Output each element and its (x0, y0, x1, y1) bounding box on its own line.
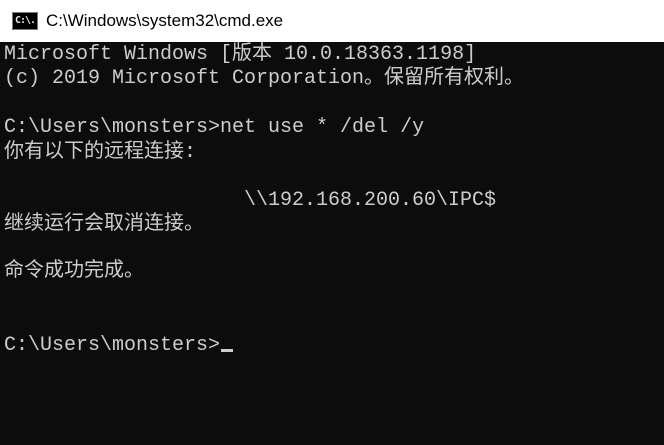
console-line-connections-header: 你有以下的远程连接: (4, 141, 197, 164)
console-line-copyright: (c) 2019 Microsoft Corporation。保留所有权利。 (4, 67, 525, 90)
console-output[interactable]: Microsoft Windows [版本 10.0.18363.1198] (… (0, 42, 664, 445)
console-line-version: Microsoft Windows [版本 10.0.18363.1198] (4, 43, 477, 66)
console-line-continue: 继续运行会取消连接。 (4, 213, 204, 236)
console-prompt: C:\Users\monsters> (4, 334, 221, 357)
console-line-success: 命令成功完成。 (4, 260, 144, 283)
console-line-connection: \\192.168.200.60\IPC$ (244, 189, 497, 212)
cmd-prompt-icon-label: C:\. (15, 15, 36, 26)
cmd-window: C:\. C:\Windows\system32\cmd.exe Microso… (0, 0, 664, 445)
cmd-prompt-icon[interactable]: C:\. (12, 12, 38, 30)
title-bar[interactable]: C:\. C:\Windows\system32\cmd.exe (0, 0, 664, 42)
console-line-command: C:\Users\monsters>net use * /del /y (4, 116, 425, 139)
console-prompt-line[interactable]: C:\Users\monsters> (4, 334, 234, 357)
text-cursor (221, 349, 234, 352)
window-title: C:\Windows\system32\cmd.exe (46, 11, 284, 30)
